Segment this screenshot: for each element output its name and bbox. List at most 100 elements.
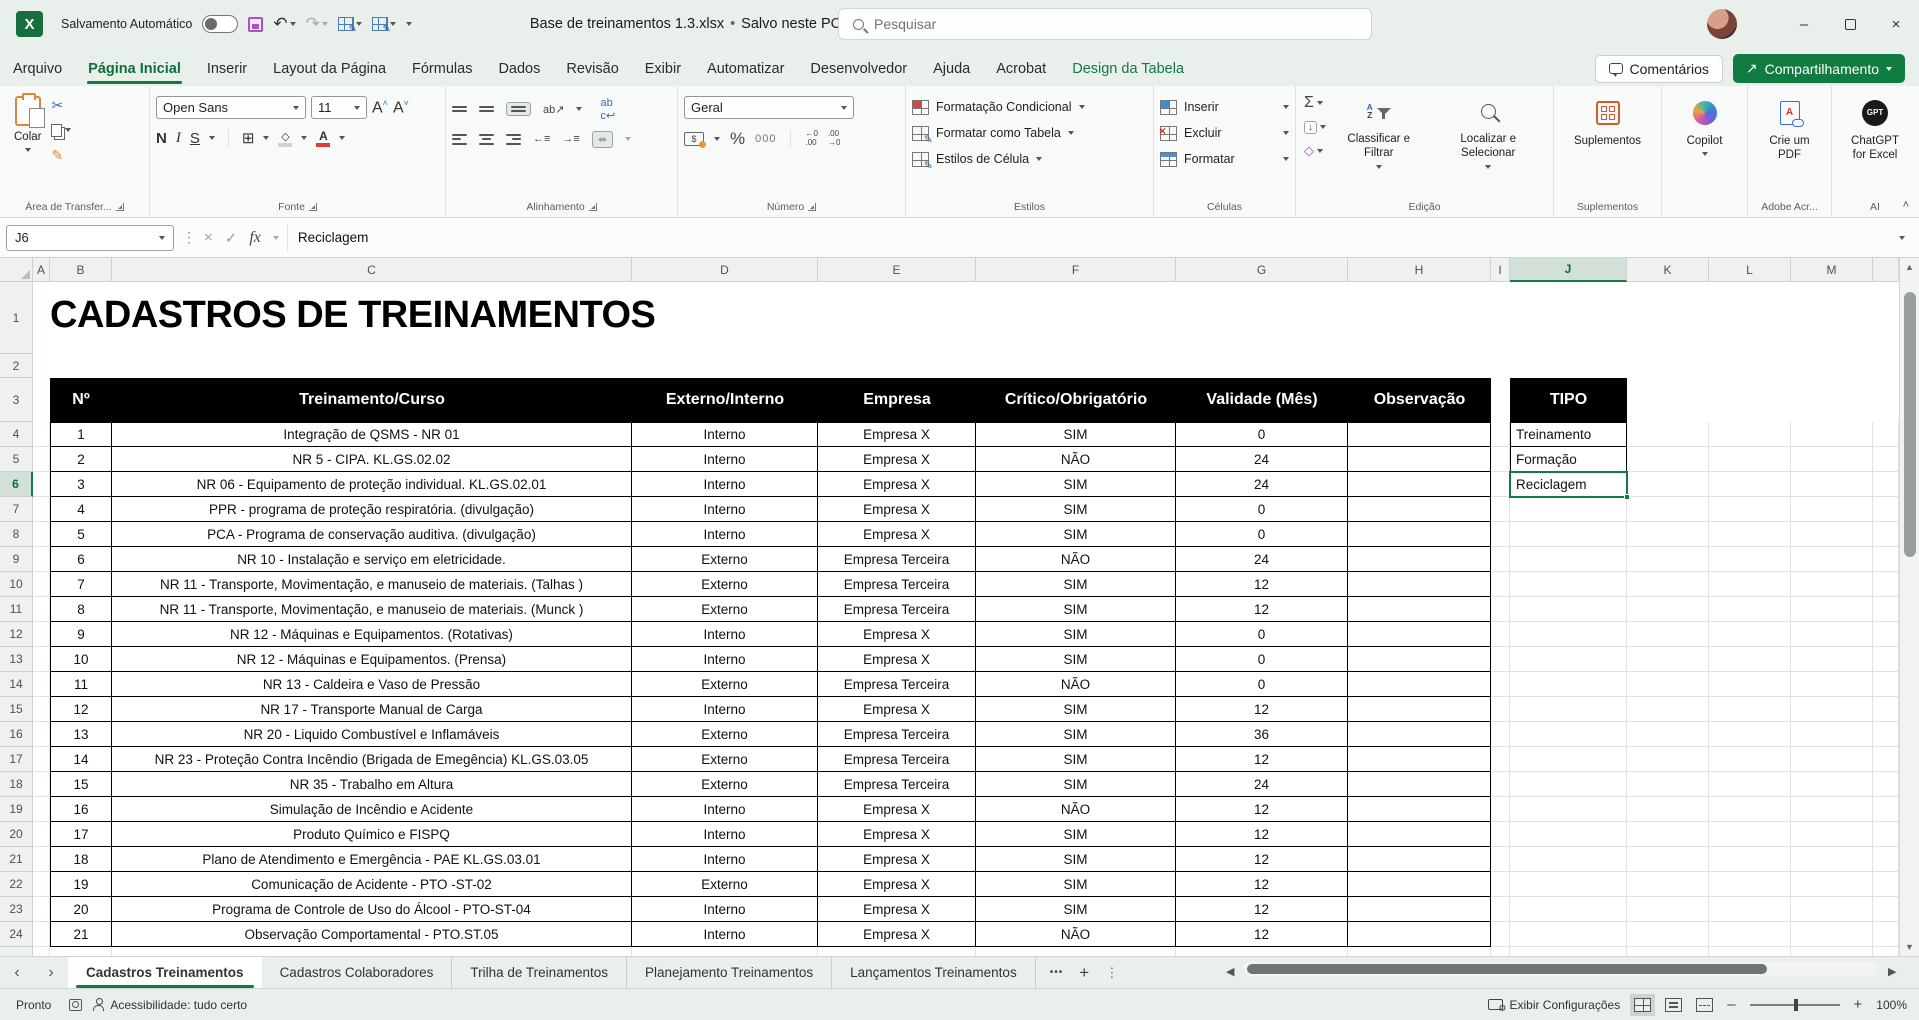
number-dialog-launcher[interactable] bbox=[808, 203, 816, 211]
col-header-G[interactable]: G bbox=[1176, 258, 1348, 282]
tab-dados[interactable]: Dados bbox=[485, 54, 553, 86]
cell-E5[interactable]: Empresa X bbox=[818, 447, 976, 472]
cell-D5[interactable]: Interno bbox=[632, 447, 818, 472]
increase-decimal-button[interactable]: ←0.00 bbox=[805, 130, 817, 148]
cell-D4[interactable]: Interno bbox=[632, 422, 818, 447]
row-header-21[interactable]: 21 bbox=[0, 847, 33, 872]
row-header-11[interactable]: 11 bbox=[0, 597, 33, 622]
tab-layout-da-pagina[interactable]: Layout da Página bbox=[260, 54, 399, 86]
cell-E11[interactable]: Empresa Terceira bbox=[818, 597, 976, 622]
cell-C23[interactable]: Programa de Controle de Uso do Álcool - … bbox=[112, 897, 632, 922]
delete-cells-button[interactable]: Excluir bbox=[1160, 120, 1289, 146]
cell-C21[interactable]: Plano de Atendimento e Emergência - PAE … bbox=[112, 847, 632, 872]
display-settings-button[interactable]: Exibir Configurações bbox=[1488, 998, 1620, 1012]
scroll-down-icon[interactable]: ▼ bbox=[1900, 942, 1919, 952]
row-header-4[interactable]: 4 bbox=[0, 422, 33, 447]
cell-E24[interactable]: Empresa X bbox=[818, 922, 976, 947]
cell-E4[interactable]: Empresa X bbox=[818, 422, 976, 447]
cell-B13[interactable]: 10 bbox=[50, 647, 112, 672]
cell-F24[interactable]: NÃO bbox=[976, 922, 1176, 947]
more-sheets-button[interactable]: ••• bbox=[1050, 967, 1064, 978]
cell-F5[interactable]: NÃO bbox=[976, 447, 1176, 472]
cell-D21[interactable]: Interno bbox=[632, 847, 818, 872]
align-bottom-button[interactable] bbox=[506, 102, 531, 117]
align-top-button[interactable] bbox=[452, 106, 467, 113]
row-header-22[interactable]: 22 bbox=[0, 872, 33, 897]
cell-B5[interactable]: 2 bbox=[50, 447, 112, 472]
cell-H21[interactable] bbox=[1348, 847, 1491, 872]
col-header-F[interactable]: F bbox=[976, 258, 1176, 282]
hscroll-left-icon[interactable]: ◀ bbox=[1226, 965, 1234, 978]
cell-G13[interactable]: 0 bbox=[1176, 647, 1348, 672]
cell-B7[interactable]: 4 bbox=[50, 497, 112, 522]
cell-E19[interactable]: Empresa X bbox=[818, 797, 976, 822]
cell-H9[interactable] bbox=[1348, 547, 1491, 572]
tab-exibir[interactable]: Exibir bbox=[632, 54, 694, 86]
document-title[interactable]: Base de treinamentos 1.3.xlsx • Salvo ne… bbox=[530, 16, 853, 32]
wrap-text-button[interactable]: abc↩ bbox=[600, 97, 615, 122]
cell-H18[interactable] bbox=[1348, 772, 1491, 797]
cell-D11[interactable]: Externo bbox=[632, 597, 818, 622]
row-header-15[interactable]: 15 bbox=[0, 697, 33, 722]
cell-G12[interactable]: 0 bbox=[1176, 622, 1348, 647]
row-header-19[interactable]: 19 bbox=[0, 797, 33, 822]
cell-D24[interactable]: Interno bbox=[632, 922, 818, 947]
cell-E12[interactable]: Empresa X bbox=[818, 622, 976, 647]
cell-C8[interactable]: PCA - Programa de conservação auditiva. … bbox=[112, 522, 632, 547]
cell-C24[interactable]: Observação Comportamental - PTO.ST.05 bbox=[112, 922, 632, 947]
cell-B8[interactable]: 5 bbox=[50, 522, 112, 547]
cell-C22[interactable]: Comunicação de Acidente - PTO -ST-02 bbox=[112, 872, 632, 897]
font-color-button[interactable]: A bbox=[316, 129, 330, 147]
cell-E9[interactable]: Empresa Terceira bbox=[818, 547, 976, 572]
cell-E14[interactable]: Empresa Terceira bbox=[818, 672, 976, 697]
row-header-24[interactable]: 24 bbox=[0, 922, 33, 947]
cell-C4[interactable]: Integração de QSMS - NR 01 bbox=[112, 422, 632, 447]
cell-E23[interactable]: Empresa X bbox=[818, 897, 976, 922]
row-header-1[interactable]: 1 bbox=[0, 282, 33, 354]
cell-H15[interactable] bbox=[1348, 697, 1491, 722]
cell-F17[interactable]: SIM bbox=[976, 747, 1176, 772]
conditional-formatting-button[interactable]: Formatação Condicional bbox=[912, 94, 1147, 120]
cell-D12[interactable]: Interno bbox=[632, 622, 818, 647]
cell-H20[interactable] bbox=[1348, 822, 1491, 847]
fill-color-button[interactable]: ◇ bbox=[278, 130, 292, 147]
cell-D13[interactable]: Interno bbox=[632, 647, 818, 672]
confirm-entry-icon[interactable]: ✓ bbox=[225, 229, 238, 247]
cell-C9[interactable]: NR 10 - Instalação e serviço em eletrici… bbox=[112, 547, 632, 572]
row-header-3[interactable]: 3 bbox=[0, 378, 33, 422]
normal-view-button[interactable] bbox=[1634, 998, 1651, 1012]
cell-C10[interactable]: NR 11 - Transporte, Movimentação, e manu… bbox=[112, 572, 632, 597]
decrease-indent-button[interactable]: ←≡ bbox=[533, 133, 550, 145]
row-header-partial[interactable] bbox=[0, 947, 33, 956]
cell-G17[interactable]: 12 bbox=[1176, 747, 1348, 772]
merge-center-button[interactable]: ⬌ bbox=[592, 131, 613, 148]
insert-function-button[interactable]: fx bbox=[249, 229, 261, 247]
cell-D16[interactable]: Externo bbox=[632, 722, 818, 747]
vertical-scrollbar[interactable]: ▲ ▼ bbox=[1899, 258, 1919, 956]
cell-H19[interactable] bbox=[1348, 797, 1491, 822]
row-header-7[interactable]: 7 bbox=[0, 497, 33, 522]
cut-button[interactable]: ✂ bbox=[51, 96, 71, 114]
cell-B11[interactable]: 8 bbox=[50, 597, 112, 622]
cell-B23[interactable]: 20 bbox=[50, 897, 112, 922]
cell-C5[interactable]: NR 5 - CIPA. KL.GS.02.02 bbox=[112, 447, 632, 472]
col-header-partial[interactable] bbox=[1873, 258, 1899, 282]
cell-H12[interactable] bbox=[1348, 622, 1491, 647]
cell-F4[interactable]: SIM bbox=[976, 422, 1176, 447]
cell-D19[interactable]: Interno bbox=[632, 797, 818, 822]
col-header-A[interactable]: A bbox=[33, 258, 50, 282]
tab-ajuda[interactable]: Ajuda bbox=[920, 54, 983, 86]
sheet-nav-next[interactable]: › bbox=[34, 957, 68, 988]
format-as-table-button[interactable]: Formatar como Tabela bbox=[912, 120, 1147, 146]
cell-B20[interactable]: 17 bbox=[50, 822, 112, 847]
col-header-I[interactable]: I bbox=[1491, 258, 1510, 282]
find-select-button[interactable]: Localizar e Selecionar bbox=[1429, 92, 1547, 197]
namebox-splitter[interactable]: ⋮ bbox=[182, 229, 196, 246]
cell-B19[interactable]: 16 bbox=[50, 797, 112, 822]
cell-D23[interactable]: Interno bbox=[632, 897, 818, 922]
macro-record-icon[interactable] bbox=[69, 999, 82, 1011]
cell-G9[interactable]: 24 bbox=[1176, 547, 1348, 572]
scroll-up-icon[interactable]: ▲ bbox=[1900, 258, 1919, 272]
sheet-tab-cadastros-colaboradores[interactable]: Cadastros Colaboradores bbox=[262, 957, 453, 988]
tab-acrobat[interactable]: Acrobat bbox=[983, 54, 1059, 86]
